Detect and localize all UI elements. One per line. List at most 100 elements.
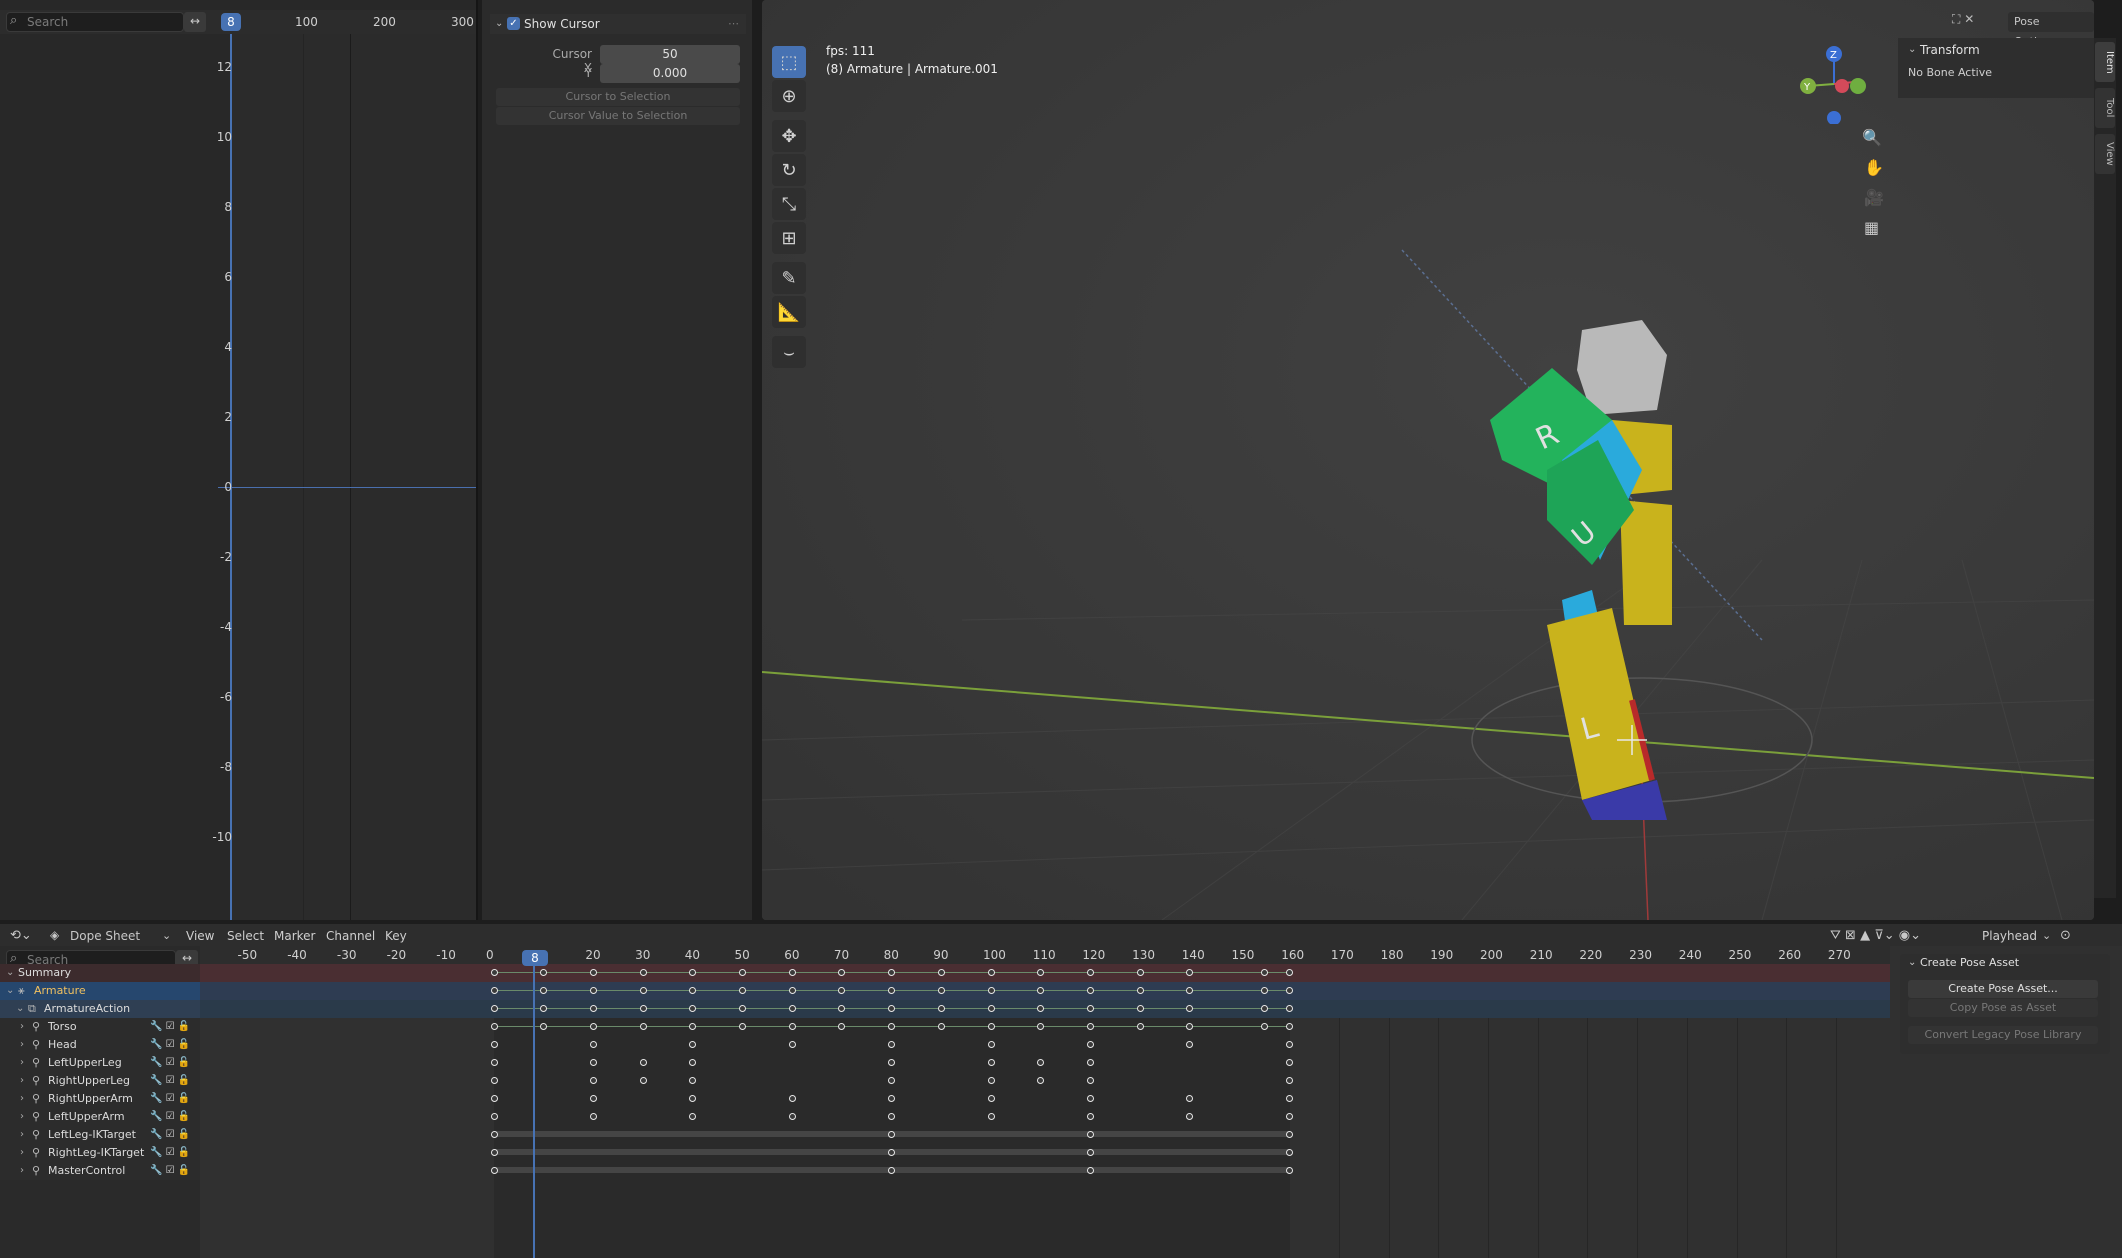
keyframe[interactable] [639, 1076, 647, 1084]
playhead-line[interactable] [230, 34, 232, 920]
keyframe[interactable] [1186, 968, 1194, 976]
keyframe[interactable] [1136, 968, 1144, 976]
keyframe[interactable] [1086, 1040, 1094, 1048]
channel-toggles-icon[interactable]: 🔧 ☑ 🔓 [150, 1072, 190, 1090]
keyframe[interactable] [1285, 1076, 1293, 1084]
keyframe[interactable] [689, 1076, 697, 1084]
channel-toggles-icon[interactable]: 🔧 ☑ 🔓 [150, 1126, 190, 1144]
keyframe[interactable] [689, 1094, 697, 1102]
camera-icon[interactable]: 🎥 [1864, 188, 1884, 207]
keyframe[interactable] [987, 1040, 995, 1048]
keyframe[interactable] [1037, 968, 1045, 976]
keyframe[interactable] [937, 1022, 945, 1030]
keyframe[interactable] [639, 968, 647, 976]
channel-row[interactable]: › ⚲ RightUpperArm 🔧 ☑ 🔓 [0, 1090, 200, 1108]
keyframe[interactable] [1285, 1022, 1293, 1030]
chevron-down-icon[interactable]: ⌄ [6, 982, 14, 1000]
menu-channel[interactable]: Channel [326, 929, 375, 943]
keyframe[interactable] [1186, 1004, 1194, 1012]
keyframe[interactable] [1285, 1040, 1293, 1048]
editor-type-icon[interactable]: ⟲⌄ [10, 928, 32, 943]
keyframe[interactable] [540, 986, 548, 994]
keyframe[interactable] [1037, 1076, 1045, 1084]
select-box-icon[interactable]: ⬚ [772, 46, 806, 78]
channel-row[interactable]: ⌄ ⚹ Armature [0, 982, 200, 1000]
keyframe[interactable] [1086, 968, 1094, 976]
keyframe[interactable] [589, 986, 597, 994]
channel-toggles-icon[interactable]: 🔧 ☑ 🔓 [150, 1018, 190, 1036]
menu-marker[interactable]: Marker [274, 929, 315, 943]
keyframe[interactable] [1136, 986, 1144, 994]
keyframe[interactable] [490, 1130, 498, 1138]
keyframe[interactable] [589, 1058, 597, 1066]
keyframe[interactable] [1260, 968, 1268, 976]
keyframe[interactable] [987, 1112, 995, 1120]
annotate-tool-icon[interactable]: ✎ [772, 262, 806, 294]
chevron-right-icon[interactable]: › [20, 1090, 24, 1108]
measure-tool-icon[interactable]: 📐 [772, 296, 806, 328]
chevron-down-icon[interactable]: ⌄ [495, 18, 503, 29]
rotate-tool-icon[interactable]: ↻ [772, 154, 806, 186]
keyframe[interactable] [540, 968, 548, 976]
keyframe[interactable] [639, 1022, 647, 1030]
keyframe[interactable] [689, 986, 697, 994]
keyframe[interactable] [1260, 986, 1268, 994]
keyframe[interactable] [888, 1148, 896, 1156]
checkbox-icon[interactable]: ✓ [507, 17, 520, 30]
keyframe[interactable] [689, 1040, 697, 1048]
keyframe[interactable] [589, 1022, 597, 1030]
channel-row[interactable]: › ⚲ LeftLeg-IKTarget 🔧 ☑ 🔓 [0, 1126, 200, 1144]
keyframe[interactable] [788, 1040, 796, 1048]
keyframe[interactable] [1086, 1094, 1094, 1102]
channel-row[interactable]: › ⚲ LeftUpperLeg 🔧 ☑ 🔓 [0, 1054, 200, 1072]
transform-tool-icon[interactable]: ⊞ [772, 222, 806, 254]
keyframe[interactable] [888, 1004, 896, 1012]
keyframe[interactable] [788, 986, 796, 994]
keyframe[interactable] [888, 1166, 896, 1174]
keyframe[interactable] [1086, 1130, 1094, 1138]
keyframe[interactable] [1037, 986, 1045, 994]
keyframe[interactable] [490, 1058, 498, 1066]
keyframe[interactable] [1086, 1166, 1094, 1174]
keyframe[interactable] [838, 968, 846, 976]
keyframe[interactable] [1086, 1022, 1094, 1030]
chevron-right-icon[interactable]: › [20, 1054, 24, 1072]
keyframe[interactable] [689, 1112, 697, 1120]
keyframe[interactable] [888, 1094, 896, 1102]
keyframe[interactable] [490, 1040, 498, 1048]
cursor-x-field[interactable]: 50 [600, 45, 740, 64]
zoom-icon[interactable]: 🔍 [1862, 128, 1882, 147]
3d-viewport[interactable]: R U L ⬚ ⊕ ✥ ↻ ⤡ ⊞ ✎ 📐 ⌣ fps: 111 (8) Arm… [762, 0, 2094, 920]
keyframe[interactable] [838, 1004, 846, 1012]
swap-icon[interactable]: ↔ [184, 12, 206, 32]
copy-pose-button[interactable]: Copy Pose as Asset [1908, 999, 2098, 1017]
cursor-tool-icon[interactable]: ⊕ [772, 80, 806, 112]
keyframe[interactable] [1086, 986, 1094, 994]
move-tool-icon[interactable]: ✥ [772, 120, 806, 152]
keyframe[interactable] [1086, 1112, 1094, 1120]
keyframe[interactable] [788, 1004, 796, 1012]
graph-search-input[interactable]: Search [6, 12, 184, 32]
overlay-toggle-icon[interactable]: ⛶ ✕ [1952, 12, 1988, 32]
pan-hand-icon[interactable]: ✋ [1864, 158, 1884, 177]
grid-view-icon[interactable]: ▦ [1864, 218, 1879, 237]
keyframe[interactable] [1186, 1094, 1194, 1102]
chevron-right-icon[interactable]: › [20, 1126, 24, 1144]
chevron-right-icon[interactable]: › [20, 1162, 24, 1180]
current-frame-badge[interactable]: 8 [522, 950, 548, 966]
relax-pose-icon[interactable]: ⌣ [772, 336, 806, 368]
scale-tool-icon[interactable]: ⤡ [772, 188, 806, 220]
menu-key[interactable]: Key [385, 929, 407, 943]
channel-row[interactable]: › ⚲ MasterControl 🔧 ☑ 🔓 [0, 1162, 200, 1180]
keyframe[interactable] [987, 986, 995, 994]
chevron-right-icon[interactable]: › [20, 1036, 24, 1054]
transform-header[interactable]: Transform [1920, 43, 1980, 57]
cursor-value-to-selection-button[interactable]: Cursor Value to Selection [496, 107, 740, 125]
channel-row[interactable]: ⌄ Summary [0, 964, 200, 982]
channel-row[interactable]: ⌄ ⧉ ArmatureAction [0, 1000, 200, 1018]
chevron-right-icon[interactable]: › [20, 1072, 24, 1090]
keyframe[interactable] [888, 1112, 896, 1120]
channel-toggles-icon[interactable]: 🔧 ☑ 🔓 [150, 1090, 190, 1108]
keyframe[interactable] [888, 1076, 896, 1084]
keyframe[interactable] [490, 968, 498, 976]
